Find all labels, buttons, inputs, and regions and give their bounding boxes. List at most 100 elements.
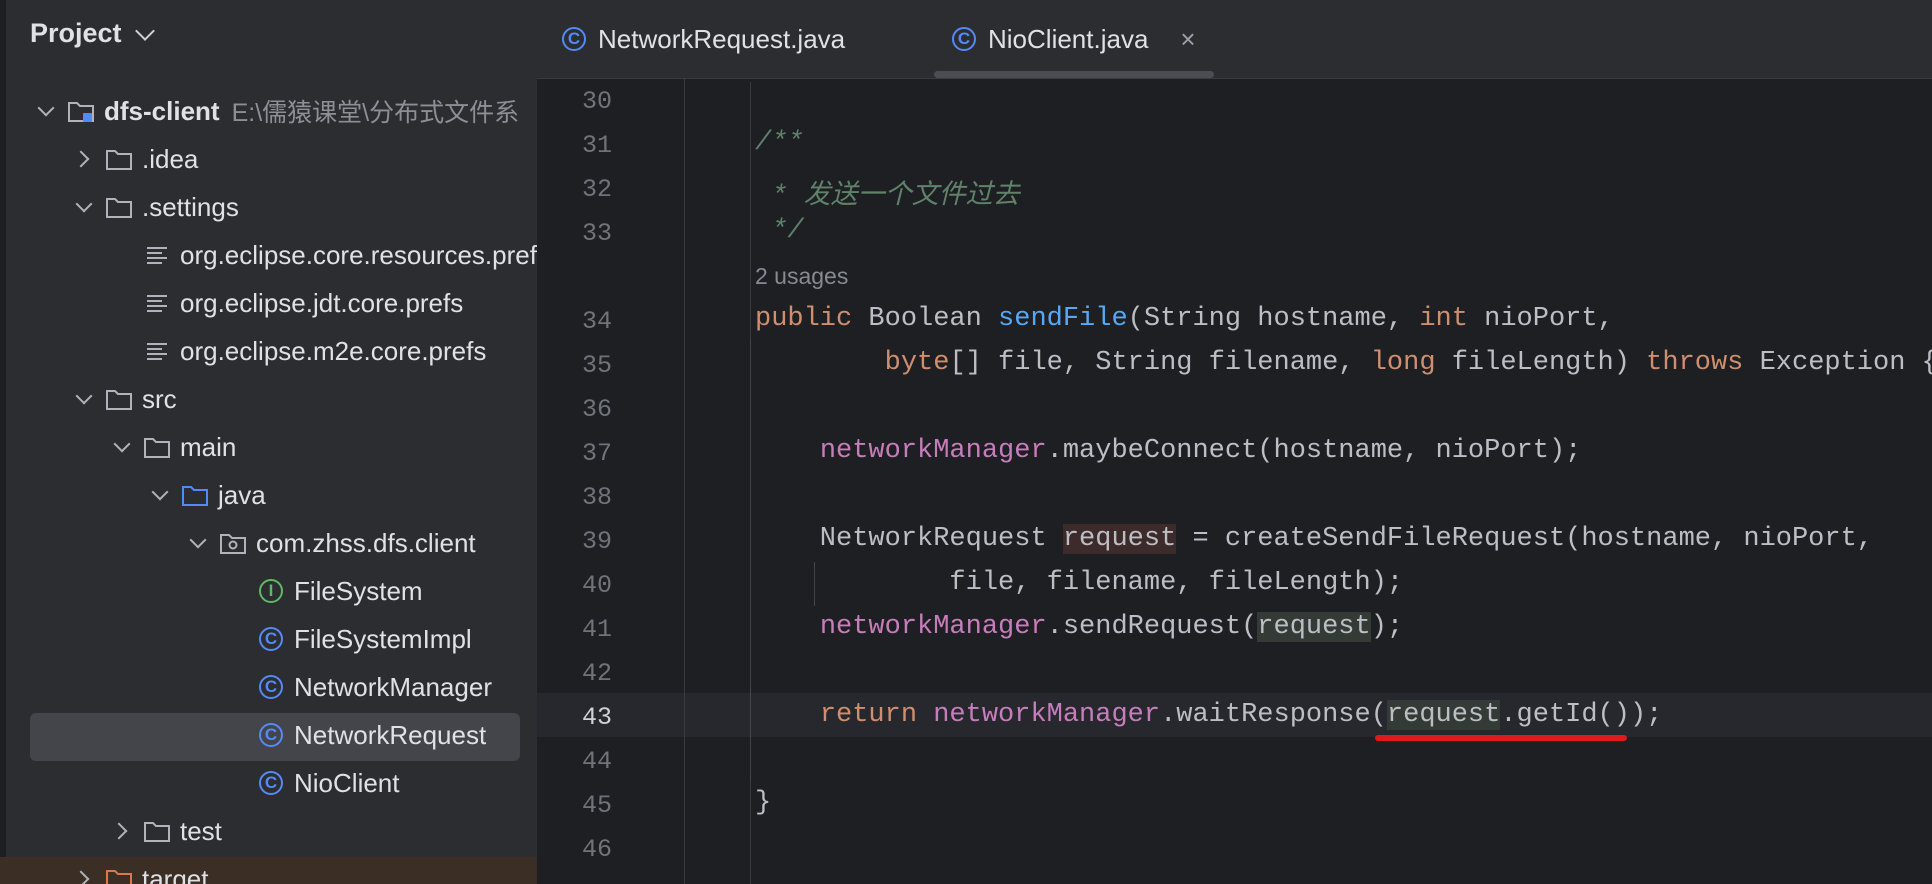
code-token: ); [1370, 612, 1404, 642]
code-token: sendFile [998, 304, 1128, 334]
tree-item[interactable]: test [0, 809, 537, 853]
chevron-down-icon[interactable] [72, 195, 96, 219]
tree-item-label: com.zhss.dfs.client [256, 527, 476, 558]
text-file-icon [142, 240, 172, 270]
code-line[interactable]: * 发送一个文件过去 [755, 172, 1019, 212]
tree-item-label: FileSystemImpl [294, 623, 472, 654]
chevron-right-icon[interactable] [72, 867, 96, 884]
tree-item[interactable]: main [0, 425, 537, 469]
class-icon: C [256, 624, 286, 654]
code-token: = createSendFileRequest(hostname, nioPor… [1176, 524, 1873, 554]
code-line[interactable]: networkManager.sendRequest(request); [755, 612, 1403, 642]
chevron-down-icon[interactable] [148, 483, 172, 507]
method-scope-guide [750, 340, 751, 780]
tree-item-label: java [218, 479, 266, 510]
tree-item-label: FileSystem [294, 575, 423, 606]
code-token: return [819, 700, 918, 730]
tab-label: NetworkRequest.java [598, 23, 846, 54]
code-line[interactable]: NetworkRequest request = createSendFileR… [755, 524, 1873, 554]
tree-item[interactable]: .settings [0, 185, 537, 229]
chevron-down-icon[interactable] [72, 387, 96, 411]
code-line[interactable]: networkManager.maybeConnect(hostname, ni… [755, 436, 1582, 466]
code-token: .getId()); [1500, 700, 1663, 730]
code-token: (String hostname, [1127, 304, 1420, 334]
code-token: request [1386, 700, 1501, 730]
chevron-right-icon[interactable] [110, 819, 134, 843]
line-number: 36 [581, 395, 612, 424]
tree-item[interactable]: com.zhss.dfs.client [0, 521, 537, 565]
code-line[interactable]: file, filename, fileLength); [755, 568, 1403, 598]
tree-item[interactable]: org.eclipse.m2e.core.prefs [0, 329, 537, 373]
tree-item-label: NetworkRequest [294, 719, 487, 750]
tree-item[interactable]: org.eclipse.jdt.core.prefs [0, 281, 537, 325]
code-line[interactable]: */ [755, 216, 803, 246]
line-number: 46 [581, 835, 612, 864]
line-number: 30 [581, 87, 612, 116]
tree-item[interactable]: org.eclipse.core.resources.prefs [0, 233, 537, 277]
code-token: int [1419, 304, 1468, 334]
interface-icon: I [256, 576, 286, 606]
code-editor[interactable]: C NetworkRequest.java C NioClient.java ×… [537, 0, 1932, 884]
project-title: Project [30, 18, 122, 48]
package-icon [218, 528, 248, 558]
chevron-right-icon[interactable] [72, 147, 96, 171]
tab-networkrequest-java[interactable]: C NetworkRequest.java [562, 0, 845, 78]
tree-item[interactable]: C NioClient [0, 761, 537, 805]
code-token: nioPort, [1467, 304, 1614, 334]
usages-hint[interactable]: 2 usages [755, 263, 848, 290]
module-path-hint: E:\儒猿课堂\分布式文件系 [231, 99, 520, 127]
chevron-down-icon[interactable] [34, 99, 58, 123]
line-number: 31 [581, 131, 612, 160]
folder-icon [142, 816, 172, 846]
tree-item-label: main [180, 431, 237, 462]
tree-item[interactable]: dfs-client E:\儒猿课堂\分布式文件系 [0, 89, 537, 133]
close-icon[interactable]: × [1180, 24, 1195, 55]
text-file-icon [142, 288, 172, 318]
tree-item[interactable]: java [0, 473, 537, 517]
line-number: 35 [581, 351, 612, 380]
tree-item[interactable]: target [0, 857, 537, 884]
tree-item[interactable]: I FileSystem [0, 569, 537, 613]
chevron-down-icon[interactable] [186, 531, 210, 555]
code-token: NetworkRequest [755, 524, 1063, 554]
source-folder-icon [180, 480, 210, 510]
line-number: 39 [581, 527, 612, 556]
line-number: 41 [581, 615, 612, 644]
tree-item[interactable]: C FileSystemImpl [0, 617, 537, 661]
code-token: networkManager [933, 700, 1161, 730]
tab-nioclient-java[interactable]: C NioClient.java × [934, 0, 1214, 78]
code-token: .sendRequest( [1046, 612, 1258, 642]
tree-item-label: test [180, 815, 222, 846]
tree-item-label: .settings [142, 191, 239, 222]
code-token: throws [1646, 348, 1744, 378]
code-line[interactable]: } [755, 788, 771, 818]
class-icon: C [952, 27, 976, 51]
tree-item[interactable]: C NetworkRequest [0, 713, 537, 761]
tree-item[interactable]: src [0, 377, 537, 421]
code-token: fileLength) [1435, 348, 1647, 378]
tree-item-label: dfs-client [104, 95, 220, 126]
line-number: 44 [581, 747, 612, 776]
line-number: 34 [581, 307, 612, 336]
class-icon: C [562, 27, 586, 51]
line-number: 37 [581, 439, 612, 468]
tree-item[interactable]: C NetworkManager [0, 665, 537, 709]
code-token: .waitResponse( [1160, 700, 1387, 730]
code-token: networkManager [819, 612, 1047, 642]
code-token: public [755, 304, 853, 334]
code-line[interactable]: /** [755, 128, 804, 158]
code-token: request [1257, 612, 1371, 642]
code-line[interactable]: return networkManager.waitResponse(reque… [755, 700, 1662, 730]
code-line[interactable]: byte[] file, String filename, long fileL… [755, 348, 1932, 378]
tree-item[interactable]: .idea [0, 137, 537, 181]
code-line[interactable]: public Boolean sendFile(String hostname,… [755, 304, 1614, 334]
project-view-selector[interactable]: Project [30, 18, 155, 49]
code-token: /** [755, 128, 804, 158]
chevron-down-icon[interactable] [110, 435, 134, 459]
